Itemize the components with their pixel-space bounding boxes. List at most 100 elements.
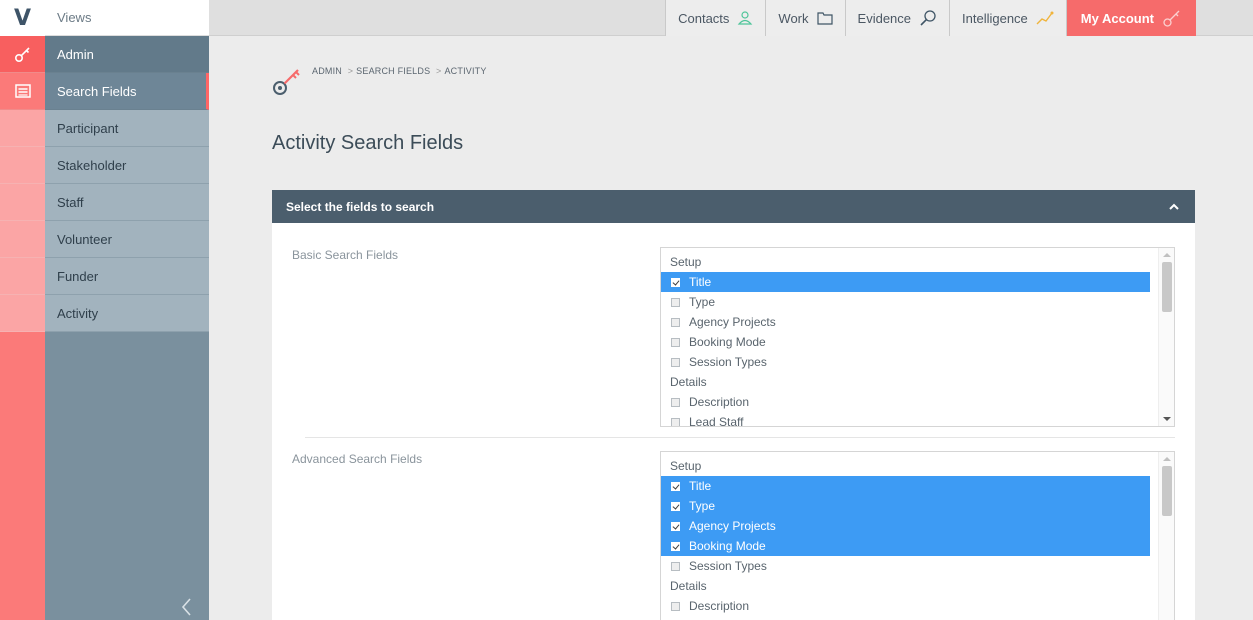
nav-evidence[interactable]: Evidence	[844, 0, 950, 36]
option-group-label: Setup	[670, 255, 702, 269]
breadcrumb-admin[interactable]: ADMIN	[312, 66, 342, 76]
nav-intelligence[interactable]: Intelligence	[949, 0, 1066, 36]
nav-evidence-label: Evidence	[857, 10, 912, 26]
nav-contacts[interactable]: Contacts	[665, 0, 766, 36]
field-option-label: Session Types	[689, 559, 767, 573]
breadcrumb-separator: >	[436, 66, 442, 76]
top-bar: Contacts Work Evidence Intelligence My A…	[209, 0, 1253, 36]
scroll-up-arrow[interactable]	[1163, 253, 1171, 257]
panel-header[interactable]: Select the fields to search	[272, 190, 1195, 223]
listbox-options: Setup Title Type Agency Projects Booking Mod…	[661, 252, 1158, 427]
field-option[interactable]: Session Types	[661, 352, 1158, 372]
advanced-search-fields-label: Advanced Search Fields	[292, 452, 423, 466]
scroll-thumb[interactable]	[1162, 466, 1172, 516]
field-option-label: Title	[689, 275, 712, 289]
top-navigation: Contacts Work Evidence Intelligence My A…	[665, 0, 1196, 36]
checkbox-checked[interactable]	[671, 501, 680, 511]
field-option[interactable]: Session Types	[661, 556, 1158, 576]
checkbox-unchecked[interactable]	[671, 357, 680, 367]
checkbox-unchecked[interactable]	[671, 337, 680, 347]
nav-my-account[interactable]: My Account	[1065, 0, 1196, 36]
sidebar-item-activity[interactable]: Activity	[45, 295, 209, 332]
field-option-label: Lead Staff	[689, 415, 744, 427]
rail-spacer	[0, 258, 45, 295]
scroll-down-arrow[interactable]	[1163, 417, 1171, 421]
checkbox-unchecked[interactable]	[671, 397, 680, 407]
listbox-options: Setup Title Type Agency Projects Booking Mod…	[661, 456, 1158, 616]
field-option-label: Type	[689, 295, 716, 309]
field-option[interactable]: Title	[661, 476, 1150, 496]
field-option-label: Type	[689, 499, 716, 513]
checkbox-checked[interactable]	[671, 541, 680, 551]
checkbox-checked[interactable]	[671, 277, 680, 287]
trend-line-icon	[1036, 11, 1054, 25]
checkbox-checked[interactable]	[671, 521, 680, 531]
breadcrumb-trail: ADMIN > SEARCH FIELDS > ACTIVITY	[312, 66, 487, 76]
panel-title: Select the fields to search	[286, 199, 435, 214]
scroll-thumb[interactable]	[1162, 262, 1172, 312]
sidebar-item-participant[interactable]: Participant	[45, 110, 209, 147]
breadcrumb-activity: ACTIVITY	[444, 66, 487, 76]
field-option[interactable]: Booking Mode	[661, 332, 1158, 352]
search-fields-list-button[interactable]	[0, 73, 45, 110]
option-group-label: Setup	[670, 459, 702, 473]
sidebar-item-staff[interactable]: Staff	[45, 184, 209, 221]
rail-spacer	[0, 110, 45, 147]
basic-search-fields-listbox[interactable]: Setup Title Type Agency Projects Booking Mod…	[660, 247, 1175, 427]
checkbox-unchecked[interactable]	[671, 601, 680, 611]
scrollbar[interactable]	[1158, 452, 1174, 620]
checkbox-unchecked[interactable]	[671, 561, 680, 571]
collapse-sidebar-icon[interactable]	[177, 596, 197, 618]
field-option-label: Agency Projects	[689, 315, 776, 329]
checkbox-checked[interactable]	[671, 481, 680, 491]
magnifier-icon	[920, 10, 936, 26]
sidebar: Views Admin Search Fields Participant St…	[45, 0, 209, 620]
search-fields-panel: Select the fields to search Basic Search…	[272, 190, 1195, 620]
nav-work-label: Work	[778, 10, 809, 26]
field-option[interactable]: Description	[661, 596, 1158, 616]
sidebar-item-stakeholder[interactable]: Stakeholder	[45, 147, 209, 184]
checkbox-unchecked[interactable]	[671, 297, 680, 307]
field-option[interactable]: Agency Projects	[661, 312, 1158, 332]
basic-search-fields-label: Basic Search Fields	[292, 248, 399, 262]
sidebar-item-admin[interactable]: Admin	[45, 36, 209, 73]
field-option-label: Booking Mode	[689, 539, 766, 553]
field-option[interactable]: Type	[661, 292, 1158, 312]
sidebar-item-funder[interactable]: Funder	[45, 258, 209, 295]
admin-key-button[interactable]	[0, 36, 45, 73]
app-logo[interactable]: V	[0, 0, 45, 36]
field-option-label: Description	[689, 395, 750, 409]
chevron-up-icon[interactable]	[1167, 202, 1181, 212]
key-icon	[1163, 10, 1180, 27]
scroll-up-arrow[interactable]	[1163, 457, 1171, 461]
nav-work[interactable]: Work	[765, 0, 845, 36]
checkbox-unchecked[interactable]	[671, 417, 680, 426]
person-icon	[738, 11, 753, 25]
field-option[interactable]: Title	[661, 272, 1150, 292]
field-option[interactable]: Booking Mode	[661, 536, 1150, 556]
field-option[interactable]: Agency Projects	[661, 516, 1150, 536]
field-option-label: Booking Mode	[689, 335, 766, 349]
breadcrumb-separator: >	[347, 66, 354, 76]
field-option-label: Description	[689, 599, 750, 613]
field-option-label: Title	[689, 479, 712, 493]
sidebar-item-search-fields[interactable]: Search Fields	[45, 73, 209, 110]
sidebar-item-volunteer[interactable]: Volunteer	[45, 221, 209, 258]
breadcrumb: ADMIN > SEARCH FIELDS > ACTIVITY	[272, 54, 487, 98]
rail-spacer	[0, 221, 45, 258]
divider	[305, 437, 1175, 438]
sidebar-views-header[interactable]: Views	[45, 0, 209, 36]
field-option[interactable]: Type	[661, 496, 1150, 516]
advanced-search-fields-listbox[interactable]: Setup Title Type Agency Projects Booking Mod…	[660, 451, 1175, 620]
breadcrumb-search-fields[interactable]: SEARCH FIELDS	[356, 66, 430, 76]
key-icon	[273, 69, 300, 95]
field-option[interactable]: Lead Staff	[661, 412, 1158, 427]
nav-my-account-label: My Account	[1080, 10, 1154, 26]
option-group-label: Details	[670, 579, 707, 593]
field-option[interactable]: Description	[661, 392, 1158, 412]
field-option-label: Agency Projects	[689, 519, 776, 533]
checkbox-unchecked[interactable]	[671, 317, 680, 327]
rail-spacer	[0, 295, 45, 332]
key-icon	[14, 47, 30, 63]
scrollbar[interactable]	[1158, 248, 1174, 426]
